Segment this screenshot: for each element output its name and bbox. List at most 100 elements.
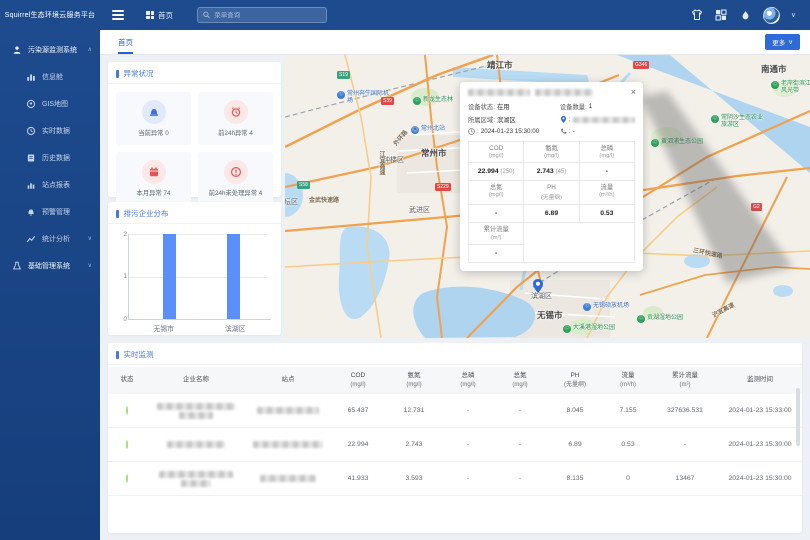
app-logo: Squirrel生态环境云服务平台 <box>0 10 100 20</box>
gridline <box>129 277 267 278</box>
cell-flow: 0 <box>604 475 652 482</box>
station-name-redacted <box>246 407 330 414</box>
poi-gonghu-park[interactable]: ❧贡湖湿地公园 <box>637 315 683 323</box>
airplane-icon: ✈ <box>583 303 591 311</box>
map-label-city: 南通市 <box>761 63 787 75</box>
chart-panel-title: 排污企业分布 <box>108 202 281 224</box>
table-row[interactable]: 22.994 2.743 - - 6.89 0.53 - 2024-01-23 … <box>108 428 802 462</box>
sidebar-item-label: GIS地图 <box>42 99 68 109</box>
sidebar-item-history-data[interactable]: 历史数据 <box>0 144 100 171</box>
calendar-icon <box>142 160 166 184</box>
theme-shirt-icon[interactable] <box>691 9 704 22</box>
cell-ph: 6.89 <box>546 441 604 448</box>
metric-value-nh3: 2.743 (45) <box>524 163 579 181</box>
stat-card-24h-unhandled[interactable]: 前24h未处理异常 4 <box>198 152 273 205</box>
poi-huangsipu-park[interactable]: ❧黄泗浦生态公园 <box>651 139 703 147</box>
metric-value-tn: - <box>469 205 524 223</box>
cell-ph: 8.045 <box>546 407 604 414</box>
table-row[interactable]: 65.437 12.731 - - 8.045 7.155 327636.531… <box>108 394 802 428</box>
hamburger-menu-icon[interactable] <box>112 10 124 20</box>
sidebar-group-base-management[interactable]: 基础管理系统 ∨ <box>0 252 100 279</box>
company-name-redacted <box>146 441 246 448</box>
poi-wuxi-airport[interactable]: ✈无锡硕放机场 <box>583 303 629 311</box>
sidebar-group-pollution-monitoring[interactable]: 污染源监测系统 ∧ <box>0 36 100 63</box>
header-actions: ∨ <box>691 7 810 24</box>
cell-cod: 41.933 <box>330 475 386 482</box>
company-name-redacted <box>146 471 246 487</box>
sidebar-item-label: 历史数据 <box>42 153 70 163</box>
metric-header-ph: PH(无量纲) <box>524 181 579 205</box>
bar-wuxi[interactable] <box>163 234 176 319</box>
metric-value-total-flow: - <box>469 245 524 263</box>
status-dot-green <box>126 406 128 415</box>
sidebar-item-gis-map[interactable]: GIS地图 <box>0 90 100 117</box>
metric-value-tp: - <box>580 163 635 181</box>
close-icon[interactable]: × <box>631 87 636 97</box>
cell-tp: - <box>442 475 494 482</box>
sidebar-group-label: 基础管理系统 <box>28 261 70 271</box>
stat-card-month-abnormal[interactable]: 本月异常 74 <box>116 152 191 205</box>
cell-time: 2024-01-23 15:33:00 <box>718 407 802 414</box>
y-tick: 1 <box>117 273 127 280</box>
flame-icon[interactable] <box>739 9 752 22</box>
road-badge: S58 <box>297 181 310 189</box>
popup-metrics-table: COD(mg/l) 氨氮(mg/l) 总磷(mg/l) 22.994 (250)… <box>468 141 635 263</box>
user-avatar[interactable] <box>763 7 780 24</box>
y-tick: 2 <box>117 231 127 238</box>
sidebar-item-label: 信息舱 <box>42 72 63 82</box>
menu-search-box[interactable] <box>197 7 327 23</box>
status-dot-green <box>126 440 128 449</box>
road-badge: S39 <box>381 97 394 105</box>
stat-card-current-abnormal[interactable]: 当前异常 0 <box>116 92 191 145</box>
user-menu-chevron-icon[interactable]: ∨ <box>791 11 796 19</box>
map-label-district: 武进区 <box>409 205 430 215</box>
more-button[interactable]: 更多 ∨ <box>765 34 800 50</box>
y-tick: 0 <box>117 316 127 323</box>
cell-cod: 22.994 <box>330 441 386 448</box>
sidebar-item-realtime-data[interactable]: 实时数据 <box>0 117 100 144</box>
poi-xinlong-forest[interactable]: ❧新龙生态林 <box>413 97 453 105</box>
chevron-down-icon: ∨ <box>88 262 92 269</box>
scrollbar-thumb[interactable] <box>796 388 800 446</box>
poi-binjiang-scenic[interactable]: ❧老岸街滨江风光带 <box>771 81 810 95</box>
metric-header-nh3: 氨氮(mg/l) <box>524 142 579 163</box>
road-badge: G2 <box>751 203 762 211</box>
road-badge: S229 <box>435 183 451 191</box>
gis-map[interactable]: 靖江市 南通市 常州市 钟楼区 武进区 金坛区 无锡市 滨湖区 金武快速路 江宜… <box>285 55 810 338</box>
siren-icon <box>142 100 166 124</box>
stat-card-label: 前24h未处理异常 4 <box>209 188 263 197</box>
bar-binhu[interactable] <box>227 234 240 319</box>
chevron-up-icon: ∧ <box>88 46 92 53</box>
map-marker-pin[interactable] <box>533 279 543 293</box>
poi-daxigang-park[interactable]: ❧大溪港湿地公园 <box>563 325 615 333</box>
sidebar-item-info-cabin[interactable]: 信息舱 <box>0 63 100 90</box>
info-cabin-icon <box>26 72 36 82</box>
cell-nh3: 3.593 <box>386 475 442 482</box>
sidebar-item-statistics[interactable]: 统计分析 ∨ <box>0 225 100 252</box>
metric-value-ph: 6.89 <box>524 205 579 223</box>
chevron-down-icon: ∨ <box>788 38 793 46</box>
road-badge: G346 <box>633 61 649 69</box>
table-row[interactable]: 41.933 3.593 - - 8.135 0 13467 2024-01-2… <box>108 462 802 496</box>
bar-chart: 2 1 0 无锡市 滨湖区 <box>108 224 281 337</box>
company-name-redacted <box>146 403 246 419</box>
map-label-district: 钟楼区 <box>383 155 404 165</box>
leaf-icon: ❧ <box>563 325 571 333</box>
sidebar-item-alert-management[interactable]: 预警管理 <box>0 198 100 225</box>
sidebar-item-station-report[interactable]: 站点报表 <box>0 171 100 198</box>
stat-card-24h-abnormal[interactable]: 前24h异常 4 <box>198 92 273 145</box>
metric-value-cod: 22.994 (250) <box>469 163 524 181</box>
tab-home[interactable]: 首页 <box>118 37 133 54</box>
alarm-clock-icon <box>224 100 248 124</box>
layout-icon[interactable] <box>715 9 728 22</box>
poi-changyinsha[interactable]: ❧常阴沙生态农业旅游区 <box>711 115 767 129</box>
metric-empty-area <box>524 223 635 262</box>
stat-card-label: 前24h异常 4 <box>218 128 253 137</box>
header-home-label: 首页 <box>158 10 173 21</box>
search-input[interactable] <box>214 12 321 19</box>
header-nav-home[interactable]: 首页 <box>146 10 173 21</box>
cell-tn: - <box>494 441 546 448</box>
poi-changzhou-north-station[interactable]: ▣常州北站 <box>411 126 445 134</box>
statistics-icon <box>26 234 36 244</box>
map-label-city: 靖江市 <box>487 59 513 71</box>
